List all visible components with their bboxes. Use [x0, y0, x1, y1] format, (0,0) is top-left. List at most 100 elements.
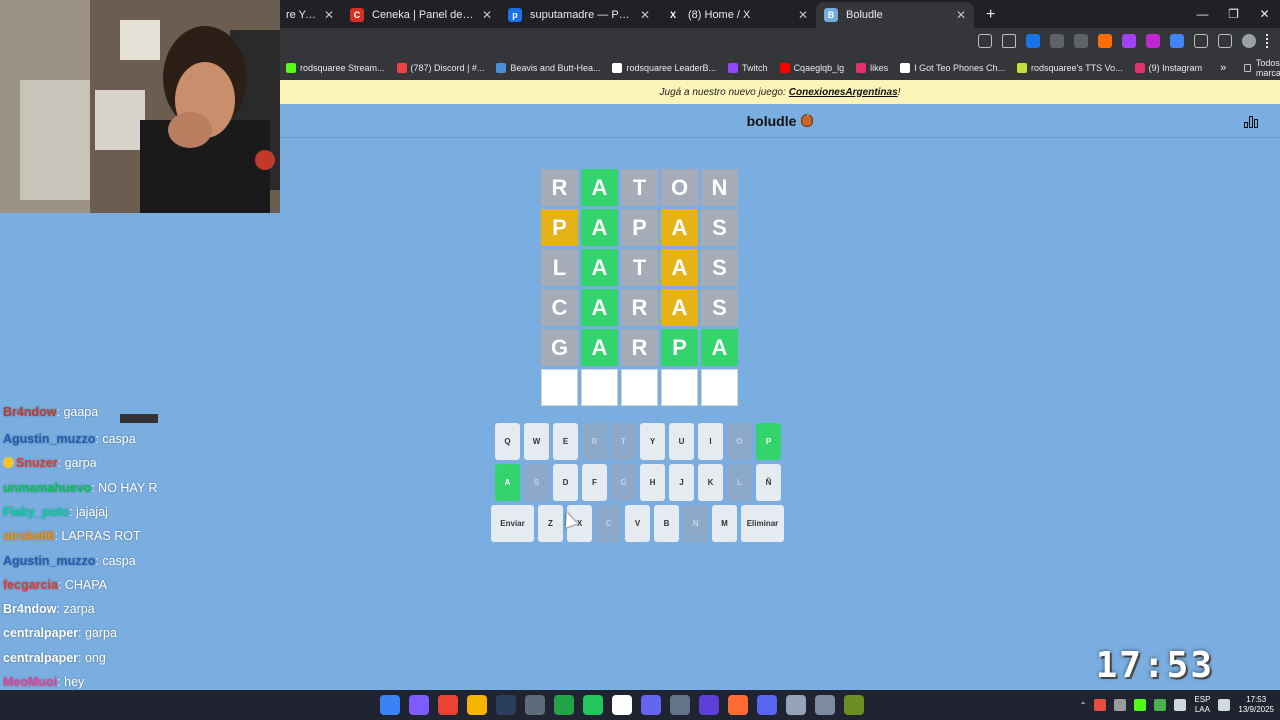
new-tab-button[interactable]: +: [986, 2, 995, 28]
keyboard-key[interactable]: G: [611, 464, 636, 501]
keyboard-key[interactable]: T: [611, 423, 636, 460]
language-indicator[interactable]: ESP LAA: [1194, 695, 1210, 715]
close-tab-icon[interactable]: ✕: [324, 8, 334, 22]
taskbar-app-icon[interactable]: [815, 695, 835, 715]
chat-message: fecgarcia: CHAPA: [3, 577, 107, 592]
tray-app-icon[interactable]: [1094, 699, 1107, 711]
taskbar-app-icon[interactable]: [641, 695, 661, 715]
bookmark-item[interactable]: likes: [856, 63, 888, 73]
taskbar-app-icon[interactable]: [757, 695, 777, 715]
media-icon[interactable]: [1218, 34, 1232, 48]
install-icon[interactable]: [978, 34, 992, 48]
tray-app-icon[interactable]: [1154, 699, 1167, 711]
chevron-up-icon[interactable]: ⌃: [1080, 701, 1087, 710]
bookmark-item[interactable]: rodsquaree Stream...: [286, 63, 385, 73]
keyboard-key[interactable]: Y: [640, 423, 665, 460]
bookmark-item[interactable]: Beavis and Butt-Hea...: [496, 63, 600, 73]
extension-icon[interactable]: [1050, 34, 1064, 48]
extension-icon[interactable]: [1170, 34, 1184, 48]
taskbar-app-icon[interactable]: [583, 695, 603, 715]
keyboard-row: Enviar Z X C V B N M Eliminar: [491, 505, 791, 542]
tray-app-icon[interactable]: [1114, 699, 1127, 711]
taskbar-app-icon[interactable]: [409, 695, 429, 715]
bookmark-item[interactable]: Cqaeglqb_lg: [779, 63, 844, 73]
keyboard-key[interactable]: Z: [538, 505, 563, 542]
keyboard-key[interactable]: K: [698, 464, 723, 501]
browser-tab[interactable]: p suputamadre — Postimages ✕: [500, 2, 658, 28]
browser-tab[interactable]: C Ceneka | Panel de configuración ✕: [342, 2, 500, 28]
browser-tab[interactable]: B Boludle ✕: [816, 2, 974, 28]
keyboard-key[interactable]: B: [654, 505, 679, 542]
extension-icon[interactable]: [1074, 34, 1088, 48]
keyboard-key[interactable]: L: [727, 464, 752, 501]
keyboard-key[interactable]: U: [669, 423, 694, 460]
volume-icon[interactable]: [1218, 699, 1231, 711]
banner-link[interactable]: ConexionesArgentinas: [789, 87, 898, 98]
bookmark-item[interactable]: rodsquaree LeaderB...: [612, 63, 716, 73]
puzzle-icon[interactable]: [1194, 34, 1208, 48]
keyboard-key[interactable]: W: [524, 423, 549, 460]
extension-icon[interactable]: [1026, 34, 1040, 48]
close-tab-icon[interactable]: ✕: [956, 8, 966, 22]
keyboard-key[interactable]: A: [495, 464, 520, 501]
bookmark-item[interactable]: I Got Teo Phones Ch...: [900, 63, 1005, 73]
keyboard-key[interactable]: C: [596, 505, 621, 542]
keyboard-key[interactable]: J: [669, 464, 694, 501]
taskbar-app-icon[interactable]: [699, 695, 719, 715]
keyboard-key[interactable]: I: [698, 423, 723, 460]
start-menu-icon[interactable]: [380, 695, 400, 715]
keyboard-key[interactable]: Ñ: [756, 464, 781, 501]
bookmark-item[interactable]: (9) Instagram: [1134, 63, 1202, 73]
keyboard-key[interactable]: F: [582, 464, 607, 501]
keyboard-key[interactable]: Q: [495, 423, 520, 460]
taskbar-app-icon[interactable]: [728, 695, 748, 715]
tray-app-icon[interactable]: [1134, 699, 1147, 711]
extension-icon[interactable]: [1098, 34, 1112, 48]
close-window-button[interactable]: ✕: [1249, 0, 1280, 28]
taskbar-app-icon[interactable]: [438, 695, 458, 715]
taskbar-app-icon[interactable]: [844, 695, 864, 715]
all-bookmarks-button[interactable]: Todos los marcadores: [1244, 58, 1280, 78]
keyboard-key[interactable]: O: [727, 423, 752, 460]
submit-key[interactable]: Enviar: [491, 505, 534, 542]
keyboard-key[interactable]: H: [640, 464, 665, 501]
keyboard-key[interactable]: N: [683, 505, 708, 542]
extension-icon[interactable]: [1146, 34, 1160, 48]
wifi-icon[interactable]: [1174, 699, 1187, 711]
stats-icon[interactable]: [1244, 114, 1258, 128]
keyboard-key[interactable]: E: [553, 423, 578, 460]
minimize-button[interactable]: —: [1187, 0, 1218, 28]
profile-avatar[interactable]: [1242, 34, 1256, 48]
taskbar-app-icon[interactable]: [554, 695, 574, 715]
keyboard-key[interactable]: D: [553, 464, 578, 501]
keyboard-key[interactable]: V: [625, 505, 650, 542]
letter-tile: T: [621, 249, 658, 286]
keyboard-key[interactable]: R: [582, 423, 607, 460]
bookmark-item[interactable]: rodsquaree's TTS Vo...: [1017, 63, 1123, 73]
extension-icon[interactable]: [1122, 34, 1136, 48]
taskbar-app-icon[interactable]: [612, 695, 632, 715]
menu-icon[interactable]: [1266, 34, 1270, 48]
taskbar-clock[interactable]: 17:53 13/9/2025: [1238, 695, 1274, 715]
taskbar-app-icon[interactable]: [670, 695, 690, 715]
bookmark-item[interactable]: (787) Discord | #...: [396, 63, 484, 73]
browser-tab[interactable]: re You Buy ✕: [280, 2, 342, 28]
taskbar-app-icon[interactable]: [786, 695, 806, 715]
taskbar-app-icon[interactable]: [467, 695, 487, 715]
bookmarks-overflow-button[interactable]: »: [1220, 62, 1226, 74]
maximize-button[interactable]: ❐: [1218, 0, 1249, 28]
close-tab-icon[interactable]: ✕: [798, 8, 808, 22]
delete-key[interactable]: Eliminar: [741, 505, 784, 542]
keyboard-key[interactable]: M: [712, 505, 737, 542]
close-tab-icon[interactable]: ✕: [482, 8, 492, 22]
taskbar-app-icon[interactable]: [496, 695, 516, 715]
keyboard-key[interactable]: S: [524, 464, 549, 501]
keyboard-key[interactable]: P: [756, 423, 781, 460]
close-tab-icon[interactable]: ✕: [640, 8, 650, 22]
chat-text: gaapa: [63, 405, 99, 419]
browser-tab[interactable]: X (8) Home / X ✕: [658, 2, 816, 28]
taskbar-app-icon[interactable]: [525, 695, 545, 715]
letter-tile: P: [621, 209, 658, 246]
bookmark-item[interactable]: Twitch: [728, 63, 768, 73]
star-icon[interactable]: [1002, 34, 1016, 48]
